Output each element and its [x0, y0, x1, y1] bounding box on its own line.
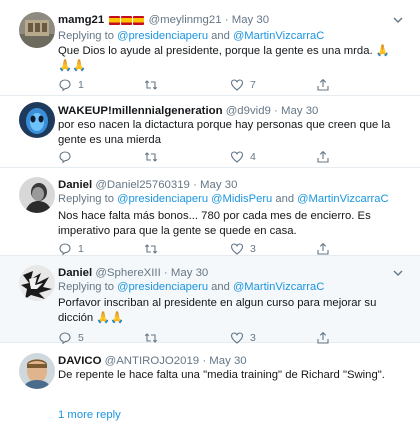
share-button[interactable]: [316, 77, 336, 93]
reply-icon: [59, 79, 71, 92]
chevron-down-icon[interactable]: [392, 267, 404, 279]
replying-to-label: Replying to: [58, 281, 114, 293]
tweet-text: Porfavor inscriban al presidente en algu…: [58, 297, 377, 324]
like-count: 7: [250, 79, 256, 91]
tweet-mamg21[interactable]: mamg21 @meylinmg21 · May 30 Replying to …: [0, 0, 420, 96]
chevron-down-icon[interactable]: [392, 14, 404, 26]
separator: ·: [202, 355, 207, 367]
avatar[interactable]: [19, 265, 55, 301]
share-button[interactable]: [316, 241, 336, 257]
reply-icon: [59, 243, 71, 256]
replying-to: Replying to @presidenciaperu @MidisPeru …: [58, 192, 389, 207]
timestamp[interactable]: May 30: [281, 105, 318, 117]
share-icon: [317, 150, 329, 163]
like-button[interactable]: 4: [230, 149, 256, 165]
spain-flag-icon: [133, 16, 145, 25]
avatar[interactable]: [19, 353, 55, 389]
tweet-header: DAVICO @ANTIROJO2019 · May 30: [58, 353, 380, 369]
display-name[interactable]: DAVICO: [58, 355, 101, 367]
display-name[interactable]: WAKEUP!millennialgeneration: [58, 105, 223, 117]
display-name[interactable]: mamg21: [58, 14, 104, 26]
tweet-text: por eso nacen la dictactura porque hay p…: [58, 119, 391, 146]
timestamp[interactable]: May 30: [200, 179, 237, 191]
replying-to: Replying to @presidenciaperu and @Martin…: [58, 280, 324, 295]
tweet-header: WAKEUP!millennialgeneration @d9vid9 · Ma…: [58, 103, 380, 119]
like-icon: [230, 79, 244, 91]
reply-count: 1: [78, 243, 84, 255]
mention-link[interactable]: @MartinVizcarraC: [297, 193, 388, 205]
tweet-actions: 4: [58, 149, 378, 165]
spain-flag-icon: [109, 16, 121, 25]
retweet-button[interactable]: [144, 149, 164, 165]
tweet-wakeup[interactable]: WAKEUP!millennialgeneration @d9vid9 · Ma…: [0, 96, 420, 168]
retweet-icon: [144, 80, 158, 90]
tweet-actions: 1 3: [58, 241, 378, 257]
separator: ·: [163, 267, 168, 279]
like-button[interactable]: 7: [230, 77, 256, 93]
replying-to-label: Replying to: [58, 30, 114, 42]
reply-button[interactable]: [58, 149, 78, 165]
retweet-button[interactable]: [144, 77, 164, 93]
display-name[interactable]: Daniel: [58, 179, 92, 191]
mention-link[interactable]: @presidenciaperu: [117, 30, 208, 42]
mention-link[interactable]: @MartinVizcarraC: [233, 281, 324, 293]
mention-link[interactable]: @presidenciaperu: [117, 281, 208, 293]
tweet-text: Nos hace falta más bonos... 780 por cada…: [58, 210, 371, 237]
and-label: and: [211, 281, 230, 293]
handle[interactable]: @Daniel25760319: [95, 179, 190, 191]
retweet-icon: [144, 244, 158, 254]
reply-button[interactable]: 1: [58, 241, 84, 257]
separator: ·: [193, 179, 197, 191]
handle[interactable]: @ANTIROJO2019: [105, 355, 200, 367]
more-replies-link[interactable]: 1 more reply: [58, 409, 121, 421]
mention-link[interactable]: @MidisPeru: [211, 193, 272, 205]
tweet-header: Daniel @SphereXIII · May 30: [58, 265, 380, 281]
reply-icon: [59, 151, 71, 164]
separator: ·: [274, 105, 278, 117]
avatar[interactable]: [19, 177, 55, 213]
replying-to: Replying to @presidenciaperu and @Martin…: [58, 29, 324, 44]
flag-emojis: [109, 14, 145, 30]
avatar[interactable]: [19, 12, 55, 48]
reply-feed: mamg21 @meylinmg21 · May 30 Replying to …: [0, 0, 420, 430]
tweet-text: Que Dios lo ayude al presidente, porque …: [58, 45, 390, 72]
tweet-spherexiii[interactable]: Daniel @SphereXIII · May 30 Replying to …: [0, 256, 420, 345]
avatar[interactable]: [19, 102, 55, 138]
tweet-header: mamg21 @meylinmg21 · May 30: [58, 12, 380, 28]
and-label: and: [211, 30, 230, 42]
reply-button[interactable]: 1: [58, 77, 84, 93]
retweet-icon: [144, 152, 158, 162]
tweet-actions: 1 7: [58, 77, 378, 93]
share-button[interactable]: [316, 149, 336, 165]
like-button[interactable]: 3: [230, 241, 256, 257]
tweet-text: De repente le hace falta una "media trai…: [58, 369, 385, 381]
display-name[interactable]: Daniel: [58, 267, 92, 279]
handle[interactable]: @meylinmg21: [149, 14, 222, 26]
tweet-daniel[interactable]: Daniel @Daniel25760319 · May 30 Replying…: [0, 168, 420, 256]
like-count: 3: [250, 243, 256, 255]
reply-count: 1: [78, 79, 84, 91]
replying-to-label: Replying to: [58, 193, 114, 205]
separator: ·: [224, 14, 229, 26]
mention-link[interactable]: @presidenciaperu: [117, 193, 208, 205]
like-icon: [230, 151, 244, 163]
like-icon: [230, 243, 244, 255]
mention-link[interactable]: @MartinVizcarraC: [233, 30, 324, 42]
like-count: 4: [250, 151, 256, 163]
handle[interactable]: @d9vid9: [226, 105, 271, 117]
timestamp[interactable]: May 30: [209, 355, 246, 367]
share-icon: [317, 78, 329, 91]
share-icon: [317, 242, 329, 255]
timestamp[interactable]: May 30: [171, 267, 208, 279]
and-label: and: [275, 193, 295, 205]
retweet-button[interactable]: [144, 241, 164, 257]
timestamp[interactable]: May 30: [232, 14, 269, 26]
tweet-header: Daniel @Daniel25760319 · May 30: [58, 177, 380, 193]
spain-flag-icon: [121, 16, 133, 25]
handle[interactable]: @SphereXIII: [95, 267, 160, 279]
